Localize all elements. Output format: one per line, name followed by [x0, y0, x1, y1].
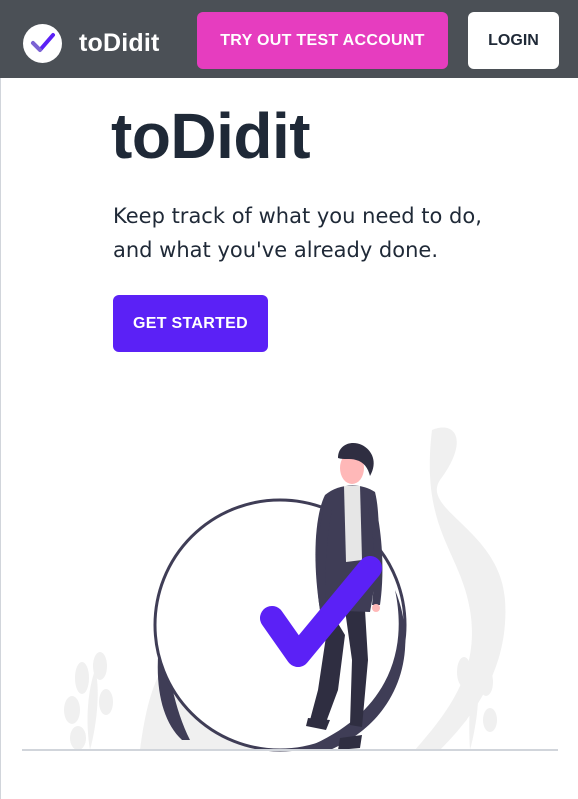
- navbar: toDidit TRY OUT TEST ACCOUNT LOGIN: [0, 0, 578, 78]
- get-started-button[interactable]: GET STARTED: [113, 295, 268, 352]
- hero-subtitle-line-2: and what you've already done.: [113, 238, 439, 262]
- login-button[interactable]: LOGIN: [468, 12, 559, 69]
- person-with-checkmark-illustration: [22, 427, 558, 752]
- brand-name: toDidit: [79, 28, 160, 57]
- try-test-account-button[interactable]: TRY OUT TEST ACCOUNT: [197, 12, 448, 69]
- hero-subtitle-line-1: Keep track of what you need to do,: [113, 204, 482, 228]
- page-title: toDidit: [111, 100, 311, 172]
- brand[interactable]: toDidit: [23, 23, 160, 63]
- checkmark-logo-icon: [23, 23, 62, 63]
